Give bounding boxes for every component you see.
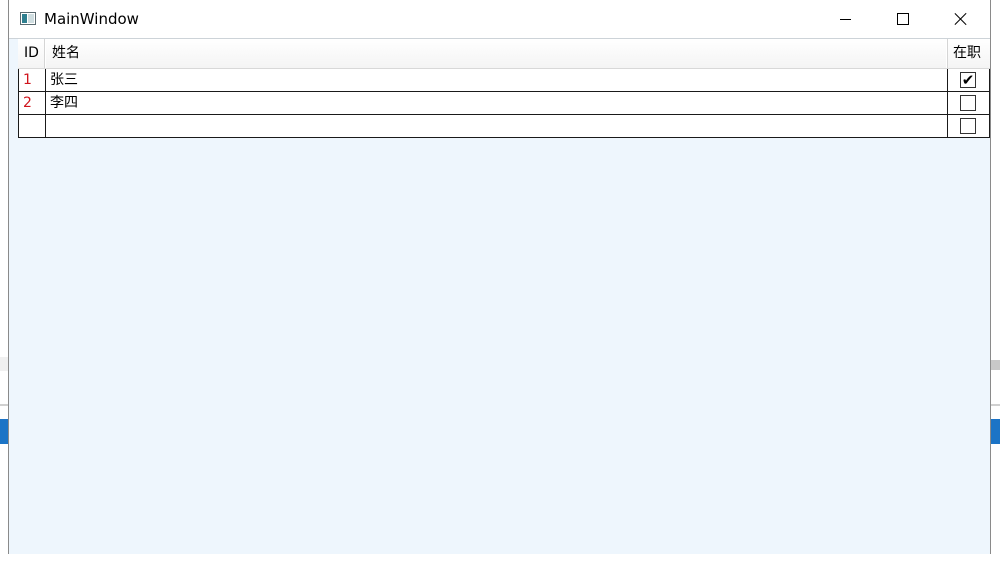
cell-name[interactable]: 李四: [46, 92, 947, 114]
table-row[interactable]: 1 张三 ✔: [18, 69, 990, 92]
minimize-icon: [839, 18, 851, 20]
app-window-icon[interactable]: [20, 12, 36, 25]
cell-employed[interactable]: [947, 115, 989, 137]
cell-employed[interactable]: ✔: [947, 69, 989, 91]
cell-employed[interactable]: [947, 92, 989, 114]
column-header-employed[interactable]: 在职: [947, 39, 990, 68]
cell-id[interactable]: [19, 115, 46, 137]
employed-checkbox[interactable]: [960, 118, 976, 134]
data-grid[interactable]: ID 姓名 在职 1 张三 ✔ 2 李四: [18, 39, 990, 138]
table-row-new[interactable]: [18, 115, 990, 138]
background-taskbar-strip: [990, 419, 1000, 444]
cell-id[interactable]: 2: [19, 92, 46, 114]
close-icon: [954, 12, 968, 26]
main-window: MainWindow ID 姓名 在职 1 张三 ✔ 2 李四: [8, 0, 991, 554]
column-header-id[interactable]: ID: [18, 39, 45, 68]
minimize-button[interactable]: [816, 0, 874, 38]
table-row[interactable]: 2 李四: [18, 92, 990, 115]
close-button[interactable]: [932, 0, 990, 38]
cell-name[interactable]: 张三: [46, 69, 947, 91]
column-header-name[interactable]: 姓名: [46, 39, 946, 68]
window-title: MainWindow: [44, 10, 139, 28]
background-divider: [990, 404, 1000, 406]
employed-checkbox[interactable]: ✔: [960, 72, 976, 88]
cell-name[interactable]: [46, 115, 947, 137]
employed-checkbox[interactable]: [960, 95, 976, 111]
window-client-area: ID 姓名 在职 1 张三 ✔ 2 李四: [9, 38, 990, 554]
title-bar[interactable]: MainWindow: [9, 0, 990, 38]
maximize-button[interactable]: [874, 0, 932, 38]
maximize-icon: [897, 13, 909, 25]
grid-header: ID 姓名 在职: [18, 39, 990, 69]
background-window-edge: [990, 360, 1000, 370]
cell-id[interactable]: 1: [19, 69, 46, 91]
